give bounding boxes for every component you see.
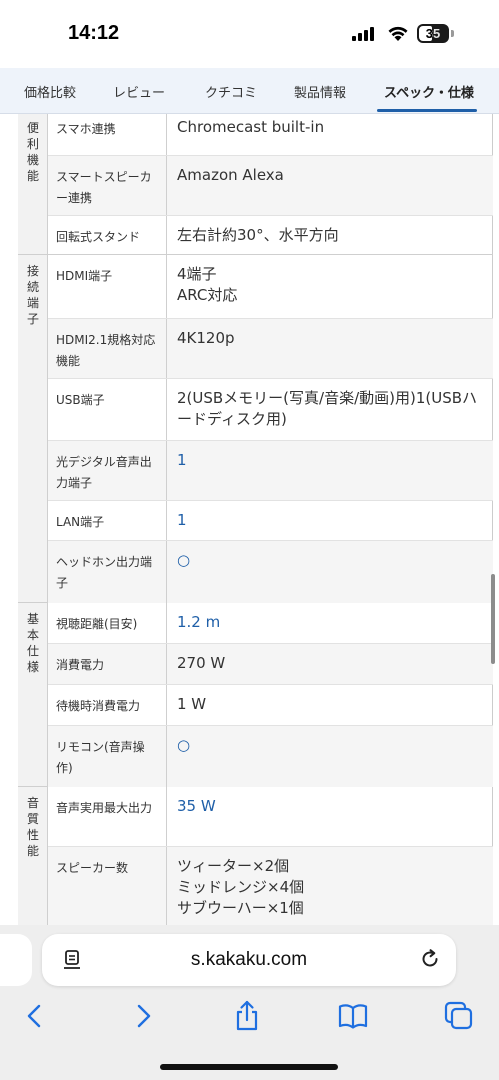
spec-value-line: ツィーター×2個 bbox=[177, 857, 290, 875]
spec-category: 音質性能 bbox=[18, 787, 48, 925]
spec-label: 視聴距離(目安) bbox=[48, 603, 167, 643]
battery-nub bbox=[451, 30, 454, 37]
spec-section-connectors: 接続端子 HDMI端子 4端子 ARC対応 HDMI2.1規格対応機能 4K12… bbox=[18, 255, 493, 603]
tabs-icon[interactable] bbox=[442, 999, 476, 1033]
spec-row: スマートスピーカー連携 Amazon Alexa bbox=[48, 156, 493, 216]
spec-value-link[interactable]: 35 W bbox=[168, 787, 493, 846]
share-icon[interactable] bbox=[230, 999, 264, 1033]
back-chevron-icon[interactable] bbox=[18, 999, 52, 1033]
spec-value-line: 4端子 bbox=[177, 265, 217, 283]
spec-value: 270 W bbox=[177, 654, 226, 672]
spec-label: スマホ連携 bbox=[48, 114, 167, 155]
spec-value: Chromecast built-in bbox=[177, 118, 325, 136]
spec-section-sound: 音質性能 音声実用最大出力 35 W スピーカー数 ツィーター×2個 ミッドレン… bbox=[18, 787, 493, 925]
spec-label: リモコン(音声操作) bbox=[48, 726, 167, 787]
spec-value-link[interactable]: 1.2 m bbox=[168, 603, 493, 643]
tab-price-comparison[interactable]: 価格比較 bbox=[24, 82, 76, 101]
spec-label: スピーカー数 bbox=[48, 847, 167, 925]
spec-category: 基本仕様 bbox=[18, 603, 48, 786]
url-text: s.kakaku.com bbox=[190, 949, 308, 970]
spec-row: リモコン(音声操作) ○ bbox=[48, 726, 493, 787]
spec-label: USB端子 bbox=[48, 379, 167, 440]
spec-label: 光デジタル音声出力端子 bbox=[48, 441, 167, 500]
spec-row: 光デジタル音声出力端子 1 bbox=[48, 441, 493, 501]
spec-value: 2(USBメモリー(写真/音楽/動画)用)1(USBハードディスク用) bbox=[177, 389, 478, 428]
previous-tab-peek[interactable] bbox=[0, 934, 32, 986]
reload-icon[interactable] bbox=[418, 947, 442, 971]
spec-value: ツィーター×2個 ミッドレンジ×4個 サブウーハー×1個 bbox=[168, 847, 493, 925]
address-bar[interactable]: s.kakaku.com bbox=[42, 934, 456, 986]
forward-chevron-icon[interactable] bbox=[126, 999, 160, 1033]
spec-category-label: 接続端子 bbox=[26, 264, 39, 326]
spec-row: USB端子 2(USBメモリー(写真/音楽/動画)用)1(USBハードディスク用… bbox=[48, 379, 493, 441]
spec-row: スマホ連携 Chromecast built-in bbox=[48, 114, 493, 156]
spec-row: LAN端子 1 bbox=[48, 501, 493, 541]
spec-value-line: サブウーハー×1個 bbox=[177, 899, 304, 917]
spec-value-link[interactable]: ○ bbox=[168, 541, 493, 603]
spec-section-convenience: 便利機能 スマホ連携 Chromecast built-in スマートスピーカー… bbox=[18, 114, 493, 255]
spec-value: 左右計約30°、水平方向 bbox=[177, 226, 339, 244]
spec-table: 便利機能 スマホ連携 Chromecast built-in スマートスピーカー… bbox=[0, 114, 499, 925]
spec-label: ヘッドホン出力端子 bbox=[48, 541, 167, 603]
tab-product-info[interactable]: 製品情報 bbox=[294, 82, 346, 101]
spec-label: HDMI2.1規格対応機能 bbox=[48, 319, 167, 378]
page-scrollbar[interactable] bbox=[491, 574, 495, 664]
status-bar: 14:12 35 bbox=[0, 0, 499, 68]
bookmarks-book-icon[interactable] bbox=[336, 999, 370, 1033]
spec-label: 待機時消費電力 bbox=[48, 685, 167, 725]
spec-category: 接続端子 bbox=[18, 255, 48, 602]
spec-section-basic: 基本仕様 視聴距離(目安) 1.2 m 消費電力 270 W 待機時消費電力 1… bbox=[18, 603, 493, 787]
spec-row: HDMI端子 4端子 ARC対応 bbox=[48, 255, 493, 319]
spec-value-line: ARC対応 bbox=[177, 286, 238, 304]
battery-icon: 35 bbox=[417, 24, 449, 43]
spec-category-label: 基本仕様 bbox=[26, 612, 39, 674]
battery-level-text: 35 bbox=[425, 26, 441, 41]
spec-label: LAN端子 bbox=[48, 501, 167, 540]
spec-category-label: 便利機能 bbox=[26, 121, 39, 183]
spec-label: 回転式スタンド bbox=[48, 216, 167, 255]
spec-row: 待機時消費電力 1 W bbox=[48, 685, 493, 726]
tab-specs[interactable]: スペック・仕様 bbox=[384, 82, 474, 101]
browser-chrome: s.kakaku.com bbox=[0, 925, 499, 1080]
active-tab-indicator bbox=[377, 109, 477, 112]
home-indicator bbox=[160, 1064, 338, 1070]
spec-row: スピーカー数 ツィーター×2個 ミッドレンジ×4個 サブウーハー×1個 bbox=[48, 847, 493, 925]
spec-value-line: ミッドレンジ×4個 bbox=[177, 878, 305, 896]
spec-value: 1 W bbox=[177, 695, 207, 713]
spec-row: ヘッドホン出力端子 ○ bbox=[48, 541, 493, 603]
spec-label: 消費電力 bbox=[48, 644, 167, 684]
spec-row: 音声実用最大出力 35 W bbox=[48, 787, 493, 847]
product-tabs: 価格比較 レビュー クチコミ 製品情報 スペック・仕様 bbox=[0, 68, 499, 114]
tab-reviews[interactable]: レビュー bbox=[113, 82, 165, 101]
spec-label: 音声実用最大出力 bbox=[48, 787, 167, 846]
cellular-signal-icon bbox=[352, 27, 378, 41]
spec-value: 4K120p bbox=[177, 329, 235, 347]
tab-kuchikomi[interactable]: クチコミ bbox=[205, 82, 257, 101]
spec-row: 回転式スタンド 左右計約30°、水平方向 bbox=[48, 216, 493, 255]
spec-label: スマートスピーカー連携 bbox=[48, 156, 167, 215]
spec-value: 4端子 ARC対応 bbox=[168, 255, 493, 318]
spec-category: 便利機能 bbox=[18, 114, 48, 254]
wifi-icon bbox=[388, 26, 408, 41]
spec-row: 視聴距離(目安) 1.2 m bbox=[48, 603, 493, 644]
spec-value: Amazon Alexa bbox=[177, 166, 284, 184]
spec-value-link[interactable]: 1 bbox=[168, 501, 493, 540]
spec-label: HDMI端子 bbox=[48, 255, 167, 318]
status-time: 14:12 bbox=[68, 22, 120, 44]
spec-category-label: 音質性能 bbox=[26, 796, 39, 858]
spec-row: HDMI2.1規格対応機能 4K120p bbox=[48, 319, 493, 379]
spec-value-link[interactable]: ○ bbox=[168, 726, 493, 787]
spec-row: 消費電力 270 W bbox=[48, 644, 493, 685]
spec-value-link[interactable]: 1 bbox=[168, 441, 493, 500]
